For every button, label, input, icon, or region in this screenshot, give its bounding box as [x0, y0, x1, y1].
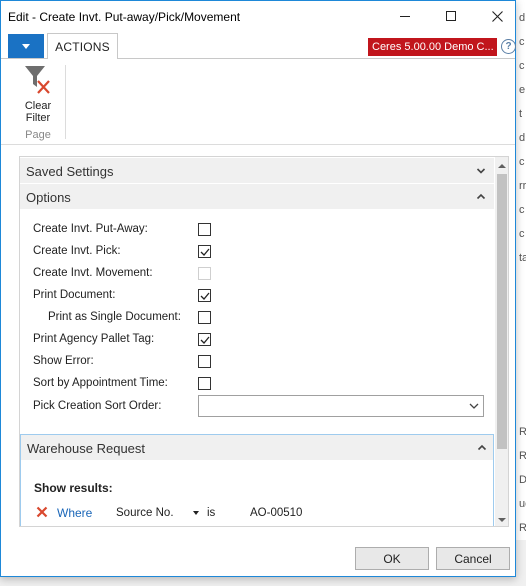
company-badge: Ceres 5.00.00 Demo C...	[368, 38, 497, 56]
label-create-putaway: Create Invt. Put-Away:	[33, 223, 148, 235]
ribbon: Clear Filter Page	[1, 59, 515, 145]
show-results-label: Show results:	[34, 481, 113, 495]
scroll-down-icon	[498, 517, 506, 522]
fasttab-title: Warehouse Request	[27, 441, 146, 456]
label-pick-creation-sort-order: Pick Creation Sort Order:	[33, 400, 162, 412]
checkbox-print-agency-pallet-tag[interactable]	[198, 333, 211, 346]
minimize-icon	[400, 15, 410, 17]
filter-value-input[interactable]: AO-00510	[250, 507, 302, 519]
ribbon-group-label: Page	[25, 129, 51, 141]
label-print-agency-pallet-tag: Print Agency Pallet Tag:	[33, 333, 155, 345]
chevron-up-icon	[476, 193, 486, 200]
checkbox-create-pick[interactable]	[198, 245, 211, 258]
label-print-document: Print Document:	[33, 289, 116, 301]
app-menu-button[interactable]	[8, 34, 44, 58]
checkbox-sort-by-appointment-time[interactable]	[198, 377, 211, 390]
cancel-button[interactable]: Cancel	[436, 547, 510, 570]
checkmark-icon	[200, 336, 210, 344]
filter-row: Where Source No. is AO-00510	[34, 502, 474, 524]
checkbox-create-putaway[interactable]	[198, 223, 211, 236]
chevron-up-icon	[477, 444, 487, 451]
checkmark-icon	[200, 292, 210, 300]
label-create-pick: Create Invt. Pick:	[33, 245, 121, 257]
funnel-remove-icon	[25, 66, 50, 94]
where-link[interactable]: Where	[57, 506, 92, 520]
vertical-scrollbar[interactable]	[495, 157, 508, 526]
fasttab-saved-settings[interactable]: Saved Settings	[20, 158, 494, 183]
clear-filter-label-line2: Filter	[25, 112, 51, 124]
label-show-error: Show Error:	[33, 355, 94, 367]
help-icon[interactable]: ?	[501, 39, 516, 54]
chevron-down-icon	[476, 168, 486, 174]
background-app-edge: d c c e t d c rr c c ta R R Da ue R	[515, 0, 526, 586]
minimize-button[interactable]	[382, 1, 428, 31]
checkbox-show-error[interactable]	[198, 355, 211, 368]
close-icon	[491, 10, 503, 22]
clear-filter-button[interactable]: Clear Filter	[17, 63, 59, 129]
scroll-down-button[interactable]	[495, 511, 508, 526]
ok-button[interactable]: OK	[355, 547, 429, 570]
window-title: Edit - Create Invt. Put-away/Pick/Moveme…	[8, 10, 241, 24]
checkbox-print-single-document[interactable]	[198, 311, 211, 324]
fasttab-warehouse-request-panel: Warehouse Request Show results: Where So…	[20, 434, 494, 526]
fasttab-title: Saved Settings	[26, 164, 114, 179]
fasttab-warehouse-request[interactable]: Warehouse Request	[21, 435, 493, 460]
chevron-down-icon	[469, 403, 479, 409]
fasttab-title: Options	[26, 190, 71, 205]
ribbon-group-divider	[65, 65, 66, 139]
dropdown-arrow-icon[interactable]	[193, 511, 199, 515]
clear-filter-label-line1: Clear	[24, 100, 52, 112]
fasttab-options[interactable]: Options	[20, 184, 494, 209]
checkmark-icon	[200, 248, 210, 256]
maximize-button[interactable]	[428, 1, 474, 31]
checkbox-create-movement	[198, 267, 211, 280]
close-button[interactable]	[474, 1, 520, 31]
scroll-up-button[interactable]	[495, 157, 508, 174]
label-sort-by-appointment-time: Sort by Appointment Time:	[33, 377, 168, 389]
scroll-thumb[interactable]	[497, 174, 507, 449]
maximize-icon	[446, 11, 456, 21]
remove-filter-icon[interactable]	[36, 506, 48, 518]
checkbox-print-document[interactable]	[198, 289, 211, 302]
chevron-down-icon	[22, 43, 30, 49]
label-create-movement: Create Invt. Movement:	[33, 267, 153, 279]
pick-creation-sort-order-select[interactable]	[198, 395, 484, 417]
filter-field-select[interactable]: Source No.	[116, 507, 174, 519]
title-bar: Edit - Create Invt. Put-away/Pick/Moveme…	[1, 1, 515, 31]
filter-operator: is	[207, 507, 216, 519]
label-print-single-document: Print as Single Document:	[48, 311, 181, 323]
request-page-content: Saved Settings Options Create Invt. Put-…	[19, 156, 509, 527]
dialog-footer: OK Cancel	[1, 536, 515, 576]
edit-dialog: Edit - Create Invt. Put-away/Pick/Moveme…	[0, 0, 516, 577]
tab-actions[interactable]: ACTIONS	[47, 33, 118, 60]
scroll-up-icon	[498, 163, 506, 168]
